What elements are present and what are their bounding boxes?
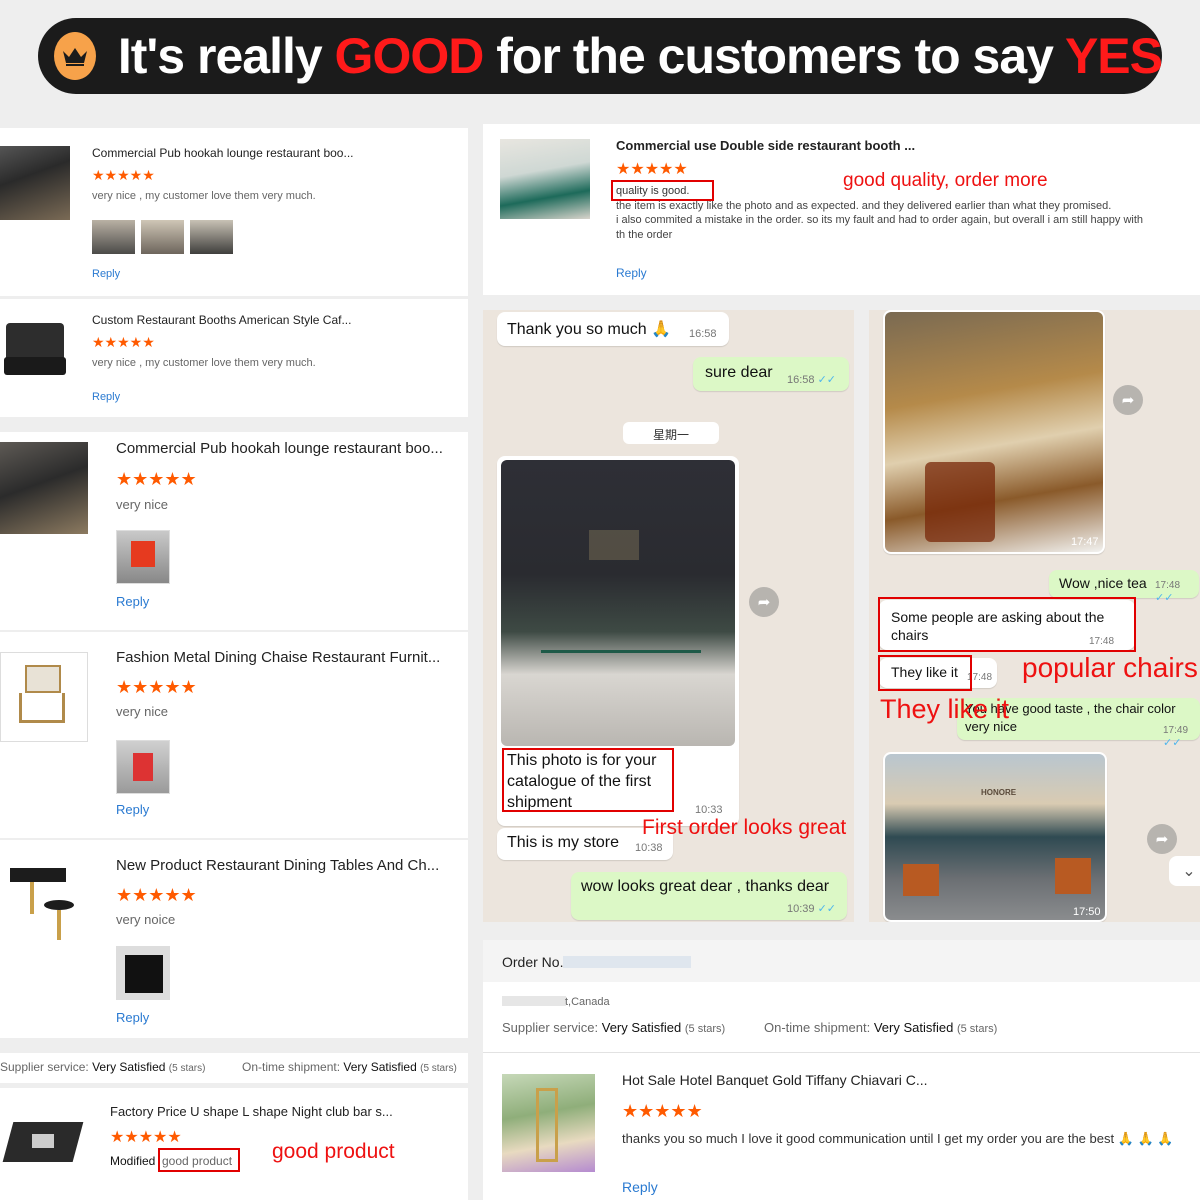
product-title[interactable]: Factory Price U shape L shape Night club… xyxy=(110,1104,393,1119)
ontime-rating: On-time shipment: Very Satisfied (5 star… xyxy=(764,1020,998,1035)
product-title[interactable]: Commercial use Double side restaurant bo… xyxy=(616,138,915,153)
reply-link[interactable]: Reply xyxy=(92,268,120,280)
annotation-label: First order looks great xyxy=(642,816,847,839)
rating-summary: Supplier service: Very Satisfied (5 star… xyxy=(0,1053,468,1083)
rating-stars: ★★★★★ xyxy=(116,677,197,697)
redacted-value xyxy=(563,956,691,968)
tea-photo[interactable] xyxy=(885,312,1103,552)
product-thumbnail xyxy=(2,1114,86,1176)
read-receipt-icon: ✓✓ xyxy=(1155,592,1174,604)
product-title[interactable]: Custom Restaurant Booths American Style … xyxy=(92,313,351,327)
rating-stars: ★★★★★ xyxy=(92,334,155,350)
forward-icon[interactable]: ➦ xyxy=(749,587,779,617)
reply-link[interactable]: Reply xyxy=(622,1179,658,1195)
review-card: Commercial Pub hookah lounge restaurant … xyxy=(0,128,468,296)
reply-link[interactable]: Reply xyxy=(616,266,647,280)
review-text: i also commited a mistake in the order. … xyxy=(616,214,1144,226)
reply-link[interactable]: Reply xyxy=(116,1010,149,1025)
review-photo[interactable] xyxy=(92,220,135,254)
date-chip: 星期一 xyxy=(623,422,719,444)
rating-stars: ★★★★★ xyxy=(92,167,155,183)
headline-text: It's really GOOD for the customers to sa… xyxy=(117,28,1163,84)
chat-message-sent: sure dear 16:58 ✓✓ xyxy=(693,357,849,391)
review-text: thanks you so much I love it good commun… xyxy=(622,1131,1174,1146)
review-card: Factory Price U shape L shape Night club… xyxy=(0,1088,468,1200)
read-receipt-icon: ✓✓ xyxy=(817,903,837,915)
product-title[interactable]: Commercial Pub hookah lounge restaurant … xyxy=(92,146,354,160)
product-thumbnail xyxy=(0,652,88,742)
chat-photo-message[interactable]: 17:47 xyxy=(883,310,1105,554)
supplier-rating: Supplier service: Very Satisfied (5 star… xyxy=(502,1020,726,1035)
chat-message: Thank you so much 🙏 16:58 xyxy=(497,312,729,346)
chat-message-sent: Wow ,nice tea 17:48 ✓✓ xyxy=(1049,570,1199,604)
chat-message-sent: wow looks great dear , thanks dear 10:39… xyxy=(571,872,847,920)
product-title[interactable]: Fashion Metal Dining Chaise Restaurant F… xyxy=(116,649,440,666)
crown-icon xyxy=(54,32,96,80)
review-photo[interactable] xyxy=(116,530,170,584)
product-thumbnail xyxy=(0,856,88,950)
product-thumbnail xyxy=(502,1074,595,1172)
review-photo[interactable] xyxy=(190,220,233,254)
rating-stars: ★★★★★ xyxy=(116,469,197,489)
forward-icon[interactable]: ➦ xyxy=(1147,824,1177,854)
highlight-box xyxy=(878,597,1136,652)
forward-icon[interactable]: ➦ xyxy=(1113,385,1143,415)
modified-label: Modified xyxy=(110,1154,156,1168)
review-text: very nice , my customer love them very m… xyxy=(92,357,316,369)
reply-link[interactable]: Reply xyxy=(116,594,149,609)
highlight-box xyxy=(158,1148,240,1172)
annotation-label: They like it xyxy=(880,694,1010,724)
review-card: Commercial Pub hookah lounge restaurant … xyxy=(0,432,468,630)
review-photo[interactable] xyxy=(116,946,170,1000)
supplier-rating: Supplier service: Very Satisfied (5 star… xyxy=(0,1060,206,1074)
buyer-location: t,Canada xyxy=(565,996,610,1008)
product-thumbnail xyxy=(0,146,70,220)
review-text: very nice xyxy=(116,704,169,719)
chat-photo-message[interactable]: This photo is for your catalogue of the … xyxy=(497,456,739,826)
order-panel: Order No.: t,Canada Supplier service: Ve… xyxy=(483,940,1200,1200)
highlight-box xyxy=(878,655,972,691)
highlight-box xyxy=(502,748,674,812)
product-title[interactable]: New Product Restaurant Dining Tables And… xyxy=(116,857,439,874)
review-photo[interactable] xyxy=(116,740,170,794)
annotation-label: good product xyxy=(272,1140,395,1163)
order-number-label: Order No.: xyxy=(502,954,568,970)
headline-banner: It's really GOOD for the customers to sa… xyxy=(38,18,1163,94)
read-receipt-icon: ✓✓ xyxy=(1163,737,1182,749)
rating-stars: ★★★★★ xyxy=(110,1129,182,1146)
chat-photo-message[interactable]: HONORE 17:50 xyxy=(883,752,1107,922)
review-photo[interactable] xyxy=(141,220,184,254)
product-title[interactable]: Commercial Pub hookah lounge restaurant … xyxy=(116,440,443,457)
review-text: very nice xyxy=(116,497,169,512)
annotation-label: popular chairs xyxy=(1022,652,1198,683)
store-photo[interactable] xyxy=(501,460,735,746)
review-card: New Product Restaurant Dining Tables And… xyxy=(0,840,468,1038)
chat-panel: Thank you so much 🙏 16:58 sure dear 16:5… xyxy=(483,310,854,922)
review-text: th the order xyxy=(616,229,673,241)
rating-stars: ★★★★★ xyxy=(616,161,688,178)
product-thumbnail xyxy=(0,442,88,534)
review-text: very nice , my customer love them very m… xyxy=(92,190,316,202)
ontime-rating: On-time shipment: Very Satisfied (5 star… xyxy=(242,1060,457,1074)
rating-stars: ★★★★★ xyxy=(116,885,197,905)
review-text: very noice xyxy=(116,912,176,927)
product-title[interactable]: Hot Sale Hotel Banquet Gold Tiffany Chia… xyxy=(622,1072,928,1088)
highlight-box xyxy=(611,180,714,201)
scroll-down-icon[interactable]: ⌄ xyxy=(1169,856,1200,886)
review-card: Custom Restaurant Booths American Style … xyxy=(0,299,468,417)
review-text: the item is exactly like the photo and a… xyxy=(616,200,1112,212)
product-thumbnail xyxy=(500,139,590,219)
review-card: Fashion Metal Dining Chaise Restaurant F… xyxy=(0,632,468,838)
review-card: Commercial use Double side restaurant bo… xyxy=(483,124,1200,295)
product-thumbnail xyxy=(0,313,70,387)
annotation-label: good quality, order more xyxy=(843,170,1048,191)
chat-panel: 17:47 ➦ Wow ,nice tea 17:48 ✓✓ Some peop… xyxy=(869,310,1200,922)
redacted-value xyxy=(502,996,566,1006)
store-front-photo[interactable]: HONORE xyxy=(885,754,1105,920)
rating-stars: ★★★★★ xyxy=(622,1101,703,1121)
read-receipt-icon: ✓✓ xyxy=(817,374,837,386)
reply-link[interactable]: Reply xyxy=(116,802,149,817)
reply-link[interactable]: Reply xyxy=(92,391,120,403)
